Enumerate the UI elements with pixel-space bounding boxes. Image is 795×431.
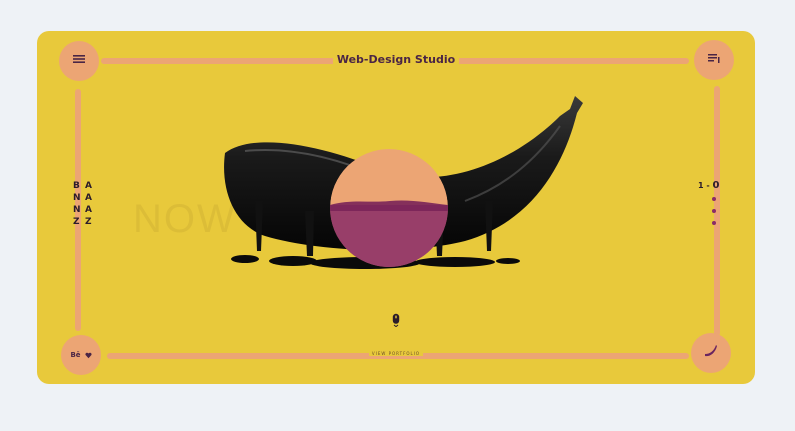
view-portfolio-text[interactable]: VIEW PORTFOLIO [368, 351, 424, 356]
slide-counter: 1 - 0 [698, 180, 719, 191]
behance-label[interactable]: Bē [70, 351, 80, 359]
banana-button[interactable] [691, 333, 731, 373]
slide-separator: - [706, 181, 710, 190]
brand-letter: A [85, 193, 92, 203]
menu-button[interactable] [59, 41, 99, 81]
slide-dot[interactable] [712, 209, 716, 213]
page-title-text: Web-Design Studio [332, 53, 460, 66]
brand-letter: Z [85, 217, 92, 227]
view-portfolio-link: VIEW PORTFOLIO [37, 351, 755, 356]
slide-dots [712, 197, 716, 233]
brand-letter: N [73, 193, 81, 203]
playlist-button[interactable] [694, 40, 734, 80]
heart-icon[interactable] [84, 346, 92, 364]
brand-letter: A [85, 205, 92, 215]
slide-dot[interactable] [712, 221, 716, 225]
hamburger-menu-icon [72, 52, 86, 70]
page-title: Web-Design Studio [37, 53, 755, 66]
social-links-button[interactable]: Bē [61, 335, 101, 375]
slide-dot[interactable] [712, 197, 716, 201]
banana-icon [703, 343, 719, 364]
brand-letter: Z [73, 217, 80, 227]
brand-letter: N [73, 205, 81, 215]
playlist-icon [707, 51, 721, 69]
brand-logo: B A N A N A Z Z [73, 181, 97, 228]
slide-current: 1 [698, 181, 704, 190]
slide-total: 0 [712, 180, 720, 191]
mouse-scroll-icon[interactable] [392, 313, 400, 332]
hero-card: Web-Design Studio NOW B A N A N A Z Z 1 … [37, 31, 755, 384]
brand-letter: A [85, 181, 92, 191]
accent-orb [330, 149, 448, 267]
brand-letter: B [73, 181, 80, 191]
